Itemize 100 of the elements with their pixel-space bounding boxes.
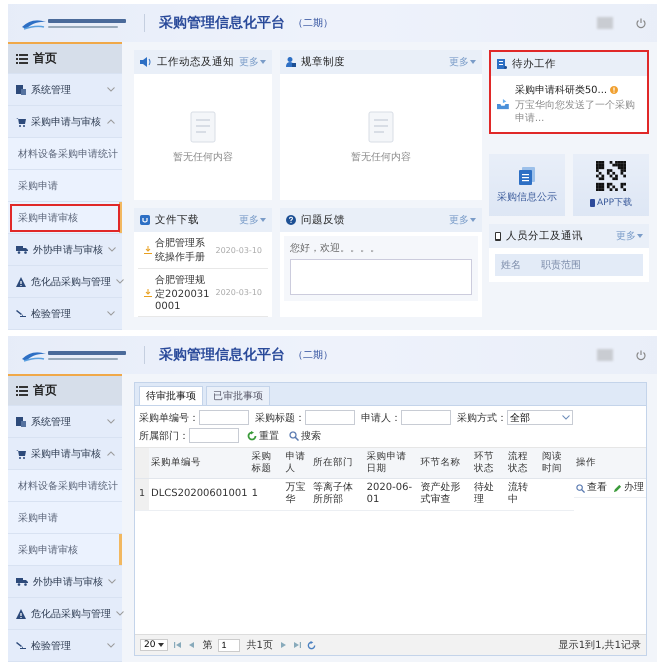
filter-label: 采购标题： <box>255 412 305 424</box>
select-field[interactable]: 全部 <box>507 410 573 425</box>
column-header: 流程状态 <box>506 448 540 478</box>
tile-button[interactable]: 采购信息公示 <box>489 154 565 216</box>
refresh-icon[interactable] <box>306 640 316 650</box>
phone-icon <box>495 232 501 240</box>
sidebar-label: 材料设备采购申请统计 <box>18 480 118 492</box>
sidebar-item[interactable]: 材料设备采购申请统计 <box>8 138 122 170</box>
filter-label: 所属部门： <box>139 430 189 442</box>
chevron-down-icon <box>108 579 116 584</box>
tab[interactable]: 待审批事项 <box>139 386 203 405</box>
help-icon <box>286 215 296 225</box>
previous-page-icon[interactable] <box>188 641 196 649</box>
table-cell: 2020-06-01 <box>364 478 418 510</box>
sidebar-item[interactable]: 采购申请 <box>8 502 122 534</box>
column-header: 采购标题 <box>250 448 284 478</box>
platform-title: 采购管理信息化平台 <box>159 346 285 364</box>
power-icon[interactable] <box>635 17 647 29</box>
page-input[interactable]: 1 <box>218 638 240 652</box>
input-field[interactable] <box>199 410 249 425</box>
caret-icon <box>158 643 164 647</box>
page-size-select[interactable]: 20 <box>140 639 168 651</box>
qr-code-icon <box>596 161 626 191</box>
search-icon <box>289 430 299 440</box>
sidebar-label: 材料设备采购申请统计 <box>18 148 118 160</box>
last-page-icon[interactable] <box>292 641 301 649</box>
card-title: 规章制度 <box>301 55 346 69</box>
chevron-up-icon <box>107 451 115 456</box>
next-page-icon[interactable] <box>278 641 287 649</box>
document-icon <box>497 59 507 69</box>
column-header: 职责范围 <box>541 258 581 272</box>
card-title: 文件下载 <box>155 213 200 227</box>
sidebar-label: 检验管理 <box>31 308 72 320</box>
sidebar-label: 采购申请与审核 <box>31 116 102 128</box>
reset-button[interactable]: 重置 <box>245 428 281 442</box>
search-button[interactable]: 搜索 <box>287 428 323 442</box>
sidebar-item[interactable]: 首页 <box>8 42 122 74</box>
tab[interactable]: 已审批事项 <box>206 386 270 405</box>
page-prefix: 第 <box>202 639 212 652</box>
power-icon[interactable] <box>635 349 647 361</box>
chevron-down-icon <box>116 611 124 616</box>
platform-title: 采购管理信息化平台 <box>159 14 285 32</box>
view-link[interactable]: 查看 <box>576 482 607 494</box>
card-title: 问题反馈 <box>301 213 346 227</box>
menu-icon <box>16 386 28 396</box>
cart-icon <box>16 448 26 458</box>
column-header: 采购单编号 <box>149 448 250 478</box>
sidebar-label: 系统管理 <box>31 416 72 428</box>
sidebar-item[interactable]: 采购申请审核 <box>8 534 122 566</box>
caret-icon <box>260 218 266 222</box>
column-header: 采购申请日期 <box>364 448 418 478</box>
speaker-icon <box>140 57 152 67</box>
sidebar-label: 外协申请与审核 <box>33 244 103 256</box>
todo-item[interactable]: 采购申请科研类50... 万宝华向您发送了一个采购申请... <box>491 76 647 132</box>
edition-label: （二期） <box>293 16 333 30</box>
column-header: 姓名 <box>501 259 521 272</box>
first-page-icon[interactable] <box>174 641 182 649</box>
phone-icon <box>590 198 595 206</box>
pencil-icon <box>612 484 622 492</box>
caret-icon <box>637 234 643 238</box>
greeting-text: 您好，欢迎。。。。 <box>290 242 381 255</box>
tile-button[interactable]: APP下载 <box>573 154 649 216</box>
input-field[interactable] <box>401 410 451 425</box>
file-link[interactable]: 合肥管理系统操作手册 <box>155 236 212 264</box>
sidebar-label: 首页 <box>33 50 58 67</box>
table-cell: 待处理 <box>472 478 506 510</box>
table-cell: 资产处形式审查 <box>418 478 472 510</box>
avatar-placeholder[interactable] <box>597 17 613 29</box>
tile-label: 采购信息公示 <box>497 190 557 204</box>
empty-document-icon <box>366 110 396 144</box>
empty-document-icon <box>188 110 218 144</box>
sidebar-item[interactable]: 采购申请 <box>8 170 122 202</box>
input-field[interactable] <box>189 428 239 443</box>
chevron-up-icon <box>107 119 115 124</box>
edition-label: （二期） <box>293 348 333 362</box>
download-arrow-icon <box>144 288 152 296</box>
sidebar-item[interactable]: 材料设备采购申请统计 <box>8 470 122 502</box>
chevron-down-icon <box>107 87 115 92</box>
file-link[interactable]: 合肥管理规定20200310001 <box>155 273 212 312</box>
process-link[interactable]: 办理 <box>612 482 644 494</box>
card-title: 人员分工及通讯 <box>506 229 584 243</box>
sidebar-label: 首页 <box>33 382 58 399</box>
chevron-down-icon <box>108 247 116 252</box>
menu-icon <box>16 54 28 64</box>
column-header: 环节状态 <box>472 448 506 478</box>
download-arrow-icon <box>144 246 152 254</box>
sidebar-label: 检验管理 <box>31 640 72 652</box>
avatar-placeholder[interactable] <box>597 349 613 361</box>
feedback-field[interactable] <box>290 259 472 295</box>
sidebar-item[interactable]: 采购申请审核 <box>8 202 122 234</box>
cart-icon <box>16 116 26 126</box>
chevron-down-icon <box>107 419 115 424</box>
column-header: 阅读时间 <box>540 448 574 478</box>
warning-icon <box>16 276 26 286</box>
filter-label: 采购方式： <box>457 412 507 424</box>
input-field[interactable] <box>305 410 355 425</box>
caret-icon <box>470 218 476 222</box>
sidebar-item[interactable]: 首页 <box>8 374 122 406</box>
tile-label: APP下载 <box>596 196 632 209</box>
column-header: 所在部门 <box>310 448 365 478</box>
